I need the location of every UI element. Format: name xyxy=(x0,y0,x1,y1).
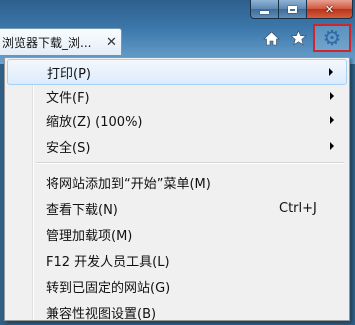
tab-title: 浏览器下载_浏... xyxy=(2,35,92,50)
submenu-arrow-icon xyxy=(330,92,334,100)
close-icon: ✕ xyxy=(324,2,335,16)
browser-tab[interactable]: 浏览器下载_浏... ✕ xyxy=(0,28,122,55)
menu-item-label: F12 开发人员工具(L) xyxy=(46,254,170,270)
menu-item-label: 管理加载项(M) xyxy=(46,228,133,244)
close-window-button[interactable]: ✕ xyxy=(307,0,353,19)
home-icon[interactable] xyxy=(260,28,282,48)
maximize-icon xyxy=(288,5,297,13)
menu-item-safety[interactable]: 安全(S) xyxy=(7,133,347,159)
menu-separator xyxy=(36,162,344,164)
menu-item-dev-tools[interactable]: F12 开发人员工具(L) xyxy=(7,247,347,273)
menu-item-zoom[interactable]: 缩放(Z) (100%) xyxy=(7,107,347,133)
maximize-button[interactable] xyxy=(279,0,307,19)
gear-icon: ⚙ xyxy=(322,25,342,50)
minimize-button[interactable] xyxy=(250,0,279,19)
menu-item-print[interactable]: 打印(P) xyxy=(7,59,347,85)
menu-item-label: 兼容性视图设置(B) xyxy=(46,306,157,322)
tools-button[interactable]: ⚙ xyxy=(313,24,351,52)
menu-item-label: 安全(S) xyxy=(46,140,91,156)
caption-buttons: ✕ xyxy=(250,0,353,20)
submenu-arrow-icon xyxy=(330,142,334,150)
menu-item-shortcut: Ctrl+J xyxy=(279,200,317,216)
menu-item-compat-view[interactable]: 兼容性视图设置(B) xyxy=(7,299,347,325)
menu-item-add-to-start[interactable]: 将网站添加到“开始”菜单(M) xyxy=(7,169,347,195)
menu-item-label: 转到已固定的网站(G) xyxy=(46,280,171,296)
submenu-arrow-icon xyxy=(329,68,333,76)
tab-close-button[interactable]: ✕ xyxy=(106,35,117,50)
menu-item-label: 文件(F) xyxy=(46,90,90,106)
menu-item-view-downloads[interactable]: 查看下载(N) Ctrl+J xyxy=(7,195,347,221)
menu-item-label: 将网站添加到“开始”菜单(M) xyxy=(46,176,211,192)
menu-item-pinned-sites[interactable]: 转到已固定的网站(G) xyxy=(7,273,347,299)
tools-menu: 打印(P) 文件(F) 缩放(Z) (100%) 安全(S) 将网站添加到“开始… xyxy=(4,57,350,322)
menu-item-label: 查看下载(N) xyxy=(46,202,118,218)
menu-item-manage-addons[interactable]: 管理加载项(M) xyxy=(7,221,347,247)
minimize-icon xyxy=(260,10,269,14)
menu-item-label: 打印(P) xyxy=(47,66,91,82)
menu-item-label: 缩放(Z) (100%) xyxy=(46,114,143,130)
menu-item-file[interactable]: 文件(F) xyxy=(7,83,347,109)
star-icon[interactable] xyxy=(287,28,309,48)
window-chrome: ✕ 浏览器下载_浏... ✕ ⚙ xyxy=(0,0,355,64)
submenu-arrow-icon xyxy=(330,116,334,124)
